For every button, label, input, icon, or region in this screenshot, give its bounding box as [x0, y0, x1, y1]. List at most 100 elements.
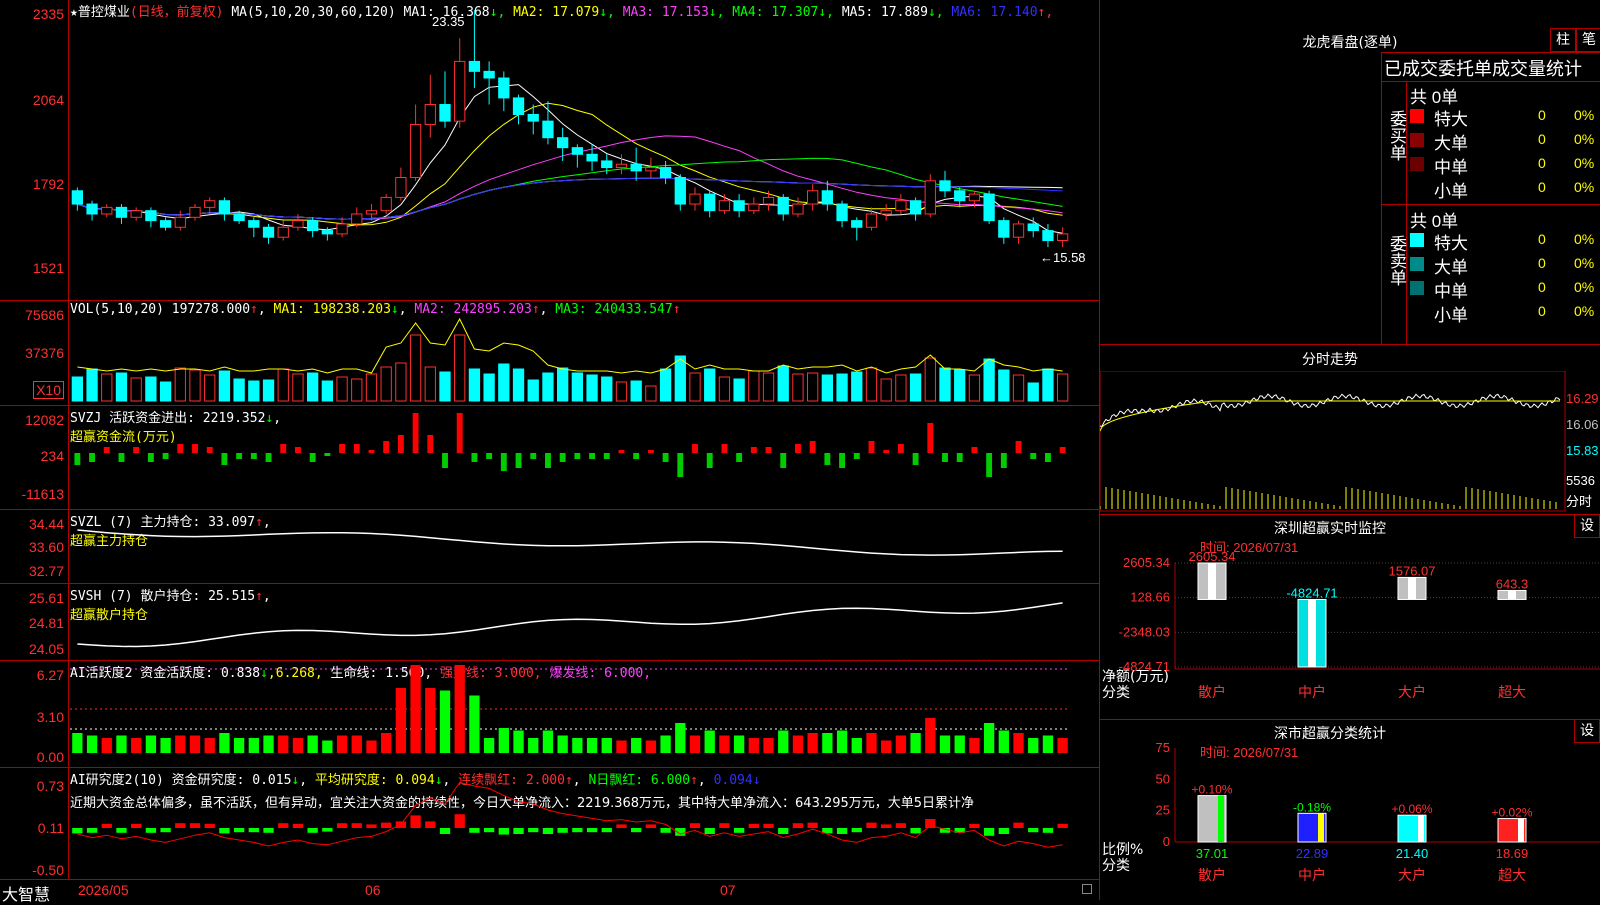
fund-flow-bar — [692, 444, 698, 453]
intraday-chart[interactable] — [1100, 371, 1568, 513]
candle-body — [777, 196, 789, 215]
research-bar — [189, 823, 201, 828]
axis-line — [68, 584, 69, 661]
candle-body — [321, 230, 334, 235]
svsh-panel[interactable]: SVSH (7) 散户持仓: 25.515↑, 超赢散户持仓 25.61 24.… — [0, 583, 1100, 661]
candle-body — [1057, 233, 1069, 242]
volume-bar — [615, 381, 628, 402]
research-bar — [86, 828, 98, 833]
volume-bar — [483, 373, 495, 402]
ai-activity-panel[interactable]: AI活跃度2 资金活跃度: 0.838↓,6.268, 生命线: 1.560, … — [0, 660, 1100, 768]
activity-bar — [278, 735, 289, 753]
activity-bar — [292, 738, 304, 753]
fund-flow-bar — [559, 453, 566, 462]
order-percent: 0% — [1574, 107, 1595, 123]
class-bar-highlight — [1518, 818, 1524, 842]
candle-body — [571, 147, 583, 155]
activity-bar — [425, 688, 436, 753]
activity-bar — [969, 738, 980, 753]
main-chart-area[interactable]: ★普控煤业(日线，前复权) MA(5,10,20,30,60,120) MA1:… — [0, 0, 1100, 904]
class-section[interactable]: 深市超赢分类统计 设 时间: 2026/07/31 75 50 25 0 比例% 分类 +0… — [1100, 719, 1600, 900]
fund-flow-bar — [192, 444, 198, 453]
research-bar — [366, 824, 377, 828]
monitor-bar-highlight — [1308, 599, 1316, 667]
activity-bar — [763, 738, 774, 753]
fund-flow-bar — [442, 453, 448, 468]
fund-flow-bar — [103, 447, 110, 453]
fund-flow-bar — [368, 450, 375, 453]
class-chart[interactable]: 75 50 25 0 比例%分类 +0.10% 37.01 散户 -0.18% 22.89 中户 +0… — [1100, 720, 1600, 901]
fund-flow-bar — [574, 453, 581, 459]
candle-body — [630, 163, 642, 172]
price-panel[interactable]: ★普控煤业(日线，前复权) MA(5,10,20,30,60,120) MA1:… — [0, 0, 1100, 300]
fund-flow-bar — [236, 453, 243, 459]
intraday-section[interactable]: 分时走势 16.29 16.06 15.83 5536 分时 — [1100, 344, 1600, 514]
svzl-panel[interactable]: SVZL (7) 主力持仓: 33.097↑, 超赢主力持仓 34.44 33.… — [0, 509, 1100, 584]
fund-flow-bar — [177, 444, 184, 453]
candle-body — [483, 70, 495, 79]
activity-bar — [1013, 733, 1024, 753]
order-type-label: 小单 — [1434, 182, 1468, 201]
monitor-chart[interactable]: 2605.34 128.66 -2348.03 -4824.71 净额(万元)分类 260… — [1100, 515, 1600, 720]
intraday-tick: 16.29 — [1566, 391, 1599, 406]
fund-flow-bar — [427, 435, 434, 453]
candlestick-chart[interactable] — [70, 10, 1100, 290]
sell-label-box: 委卖单 — [1382, 205, 1407, 345]
svsh-chart[interactable] — [70, 584, 1100, 661]
activity-bar — [660, 735, 671, 753]
activity-bar — [86, 735, 98, 753]
buy-label-box: 委买单 — [1382, 82, 1407, 204]
ai2-tick: 0.11 — [37, 820, 64, 836]
research-bar — [263, 828, 274, 833]
svzj-panel[interactable]: SVZJ 活跃资金进出: 2219.352↓, 超赢资金流(万元) 12082 … — [0, 405, 1100, 510]
research-bar — [101, 823, 112, 828]
volume-panel[interactable]: VOL(5,10,20) 197278.000↑, MA1: 198238.20… — [0, 300, 1100, 406]
fund-flow-bar — [633, 453, 640, 459]
fund-flow-bar — [221, 453, 228, 465]
fund-flow-bar — [133, 447, 140, 453]
activity-bar — [307, 735, 318, 753]
fund-flow-bar — [603, 453, 610, 459]
fund-flow-bar — [868, 441, 875, 453]
axis-line — [68, 661, 69, 768]
candle-body — [395, 177, 407, 198]
volume-chart[interactable] — [70, 315, 1100, 405]
divider — [1382, 81, 1600, 82]
date-axis: 大智慧 2026/05 06 07 — [0, 879, 1100, 904]
order-type-label: 大单 — [1434, 258, 1468, 277]
volume-bar — [704, 368, 716, 402]
activity-bar — [145, 735, 157, 753]
candle-body — [380, 196, 392, 212]
candle-body — [895, 200, 907, 212]
fund-flow-bar — [1045, 453, 1051, 462]
ai-research-chart[interactable] — [70, 768, 1100, 880]
research-bar — [233, 828, 245, 833]
activity-bar — [998, 730, 1009, 753]
activity-bar — [483, 738, 495, 753]
lock-icon[interactable] — [1082, 884, 1092, 894]
fund-flow-bar — [265, 453, 272, 462]
svzl-chart[interactable] — [70, 510, 1100, 584]
research-bar — [248, 828, 259, 833]
activity-bar — [807, 733, 818, 753]
volume-bar — [909, 373, 922, 402]
volume-bar — [954, 369, 966, 402]
class-tick: 0 — [1163, 834, 1170, 849]
bar-view-button[interactable]: 柱 — [1550, 28, 1576, 52]
research-bar — [72, 828, 83, 834]
activity-bar — [704, 730, 715, 753]
price-tick: 2335 — [32, 6, 64, 22]
ai-activity-chart[interactable] — [70, 661, 1100, 768]
volume-tick: 37376 — [25, 345, 64, 361]
svzj-chart[interactable] — [70, 406, 1100, 510]
volume-bar — [454, 334, 466, 402]
research-bar — [910, 828, 921, 834]
ai-research-panel[interactable]: AI研究度2(10) 资金研究度: 0.015↓, 平均研究度: 0.094↓,… — [0, 767, 1100, 880]
tick-view-button[interactable]: 笔 — [1576, 28, 1600, 52]
monitor-section[interactable]: 深圳超赢实时监控 设 时间: 2026/07/31 2605.34 128.66-… — [1100, 514, 1600, 719]
candle-body — [821, 190, 833, 205]
fund-flow-bar — [765, 447, 772, 453]
class-value-label: 18.69 — [1496, 846, 1529, 861]
intraday-label: 分时 — [1566, 494, 1593, 509]
research-bar — [381, 822, 392, 828]
